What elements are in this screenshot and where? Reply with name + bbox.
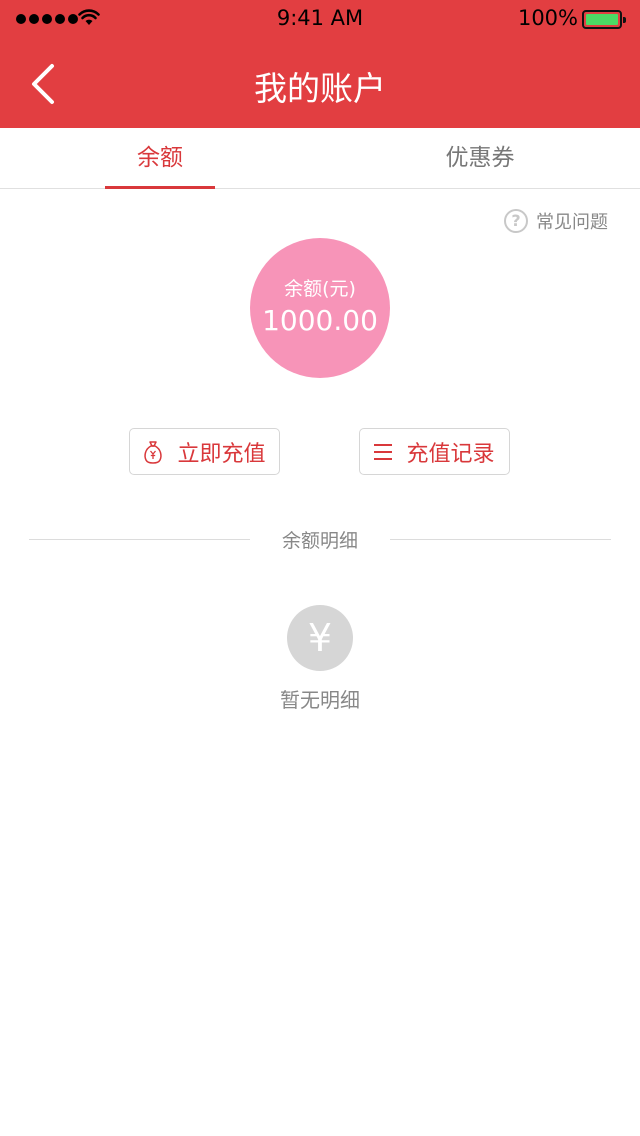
yen-icon: ¥ (287, 605, 353, 671)
divider-right (390, 539, 611, 540)
balance-label: 余额(元) (284, 278, 356, 300)
list-icon (374, 443, 393, 460)
recharge-label: 立即充值 (177, 441, 266, 467)
money-bag-icon (144, 440, 163, 464)
empty-state-text: 暂无明细 (280, 688, 360, 712)
tab-coupons[interactable]: 优惠券 (320, 128, 640, 188)
recharge-button[interactable]: 立即充值 (129, 428, 280, 475)
active-tab-indicator (105, 186, 215, 189)
recharge-records-button[interactable]: 充值记录 (359, 428, 510, 475)
battery-percent: 100% (517, 6, 578, 30)
tab-bar: 余额 优惠券 (0, 128, 640, 189)
faq-label: 常见问题 (536, 212, 608, 233)
balance-value: 1000.00 (262, 304, 378, 337)
battery-icon (582, 10, 626, 29)
app-header: 9:41 AM 100% 我的账户 (0, 0, 640, 128)
question-circle-icon: ? (504, 209, 528, 233)
page-title: 我的账户 (254, 69, 386, 108)
balance-circle: 余额(元) 1000.00 (250, 238, 390, 378)
recharge-records-label: 充值记录 (406, 441, 495, 467)
faq-link[interactable]: ? 常见问题 (504, 208, 608, 234)
tab-balance[interactable]: 余额 (0, 128, 320, 188)
status-bar: 9:41 AM 100% (0, 0, 640, 40)
